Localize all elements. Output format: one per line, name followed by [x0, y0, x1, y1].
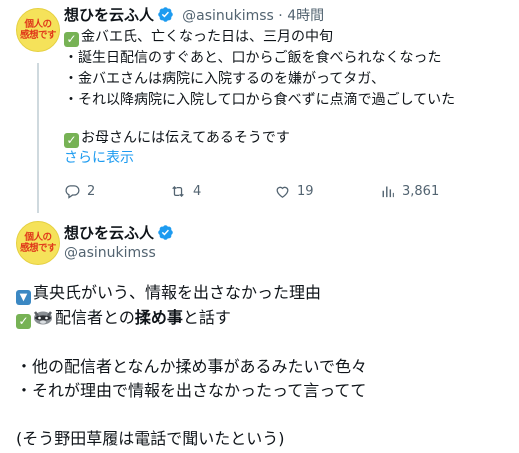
check-mark-icon: ✓: [64, 133, 79, 148]
heart-icon: [276, 186, 289, 198]
handle-and-time[interactable]: @asinukimss · 4時間: [182, 8, 324, 24]
raccoon-icon: [34, 311, 52, 325]
avatar-text-bottom: 感想です: [19, 30, 57, 41]
views-chart-icon: [382, 186, 394, 197]
retweet-count: 4: [193, 183, 202, 199]
tweet-actions: 2 4 19 3,861: [64, 181, 484, 201]
like-button[interactable]: 19: [274, 181, 379, 201]
retweet-icon: [172, 185, 184, 197]
tweet-line: (そう野田草履は電話で聞いたという): [16, 429, 285, 448]
check-mark-icon: ✓: [16, 314, 31, 329]
tweet-line: ・誕生日配信のすぐあと、口からご飯を食べられなくなった: [64, 50, 442, 66]
avatar[interactable]: 個人の 感想です: [16, 8, 60, 52]
check-mark-icon: ✓: [64, 32, 79, 47]
tweet-line: ・他の配信者となんか揉め事があるみたいで色々: [16, 357, 368, 376]
reply-icon: [65, 184, 80, 199]
tweet-line: ▼ 真央氏がいう、情報を出さなかった理由: [16, 281, 321, 305]
retweet-button[interactable]: 4: [169, 181, 274, 201]
avatar-text-bottom: 感想です: [19, 243, 57, 254]
down-triangle-icon: ▼: [16, 290, 31, 305]
avatar-text-top: 個人の: [24, 19, 52, 30]
tweet-line: ✓ 配信者との揉め事と話す: [16, 306, 231, 330]
handle[interactable]: @asinukimss: [64, 245, 156, 261]
avatar-text-top: 個人の: [24, 232, 52, 243]
tweet-line: ✓ 金バエ氏、亡くなった日は、三月の中旬: [64, 27, 333, 48]
reply-count: 2: [87, 183, 96, 199]
tweet-line: ・それが理由で情報を出さなかったって言ってて: [16, 381, 367, 400]
display-name[interactable]: 想ひを云ふ人: [64, 224, 154, 242]
thread-line: [37, 63, 39, 213]
verified-badge-icon: [157, 224, 174, 245]
bold-text: 揉め事: [134, 308, 183, 327]
like-count: 19: [297, 183, 314, 199]
views-count: 3,861: [402, 183, 440, 199]
show-more-link[interactable]: さらに表示: [64, 148, 134, 169]
reply-button[interactable]: 2: [64, 181, 169, 201]
avatar[interactable]: 個人の 感想です: [16, 221, 60, 265]
tweet-line: ・金バエさんは病院に入院するのを嫌がってタガ、: [64, 71, 386, 87]
tweet-line: ・それ以降病院に入院して口から食べずに点滴で過ごしていた: [64, 92, 456, 108]
display-name[interactable]: 想ひを云ふ人: [64, 6, 154, 24]
tweet-line: ✓ お母さんには伝えてあるそうです: [64, 128, 290, 149]
verified-badge-icon: [157, 6, 174, 27]
tweet-header: 想ひを云ふ人: [64, 222, 174, 245]
tweet-header: 想ひを云ふ人 @asinukimss · 4時間: [64, 4, 324, 27]
views-button[interactable]: 3,861: [379, 181, 439, 201]
